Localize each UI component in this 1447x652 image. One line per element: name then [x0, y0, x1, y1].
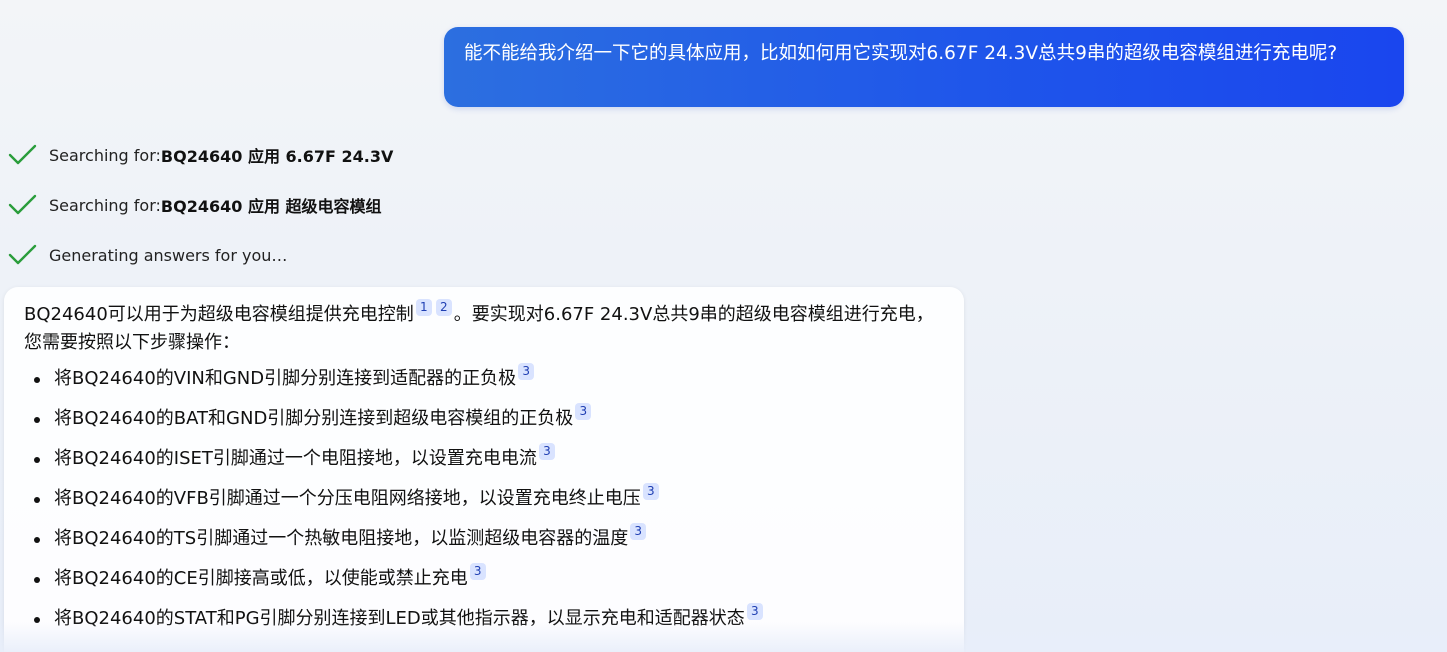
citation-badge[interactable]: 2: [435, 299, 452, 316]
status-prefix: Searching for:: [49, 195, 161, 215]
check-icon: [8, 243, 38, 267]
citation-badge[interactable]: 3: [469, 563, 486, 580]
answer-intro: BQ24640可以用于为超级电容模组提供充电控制 1 2 。要实现对6.67F 24.…: [24, 299, 944, 357]
search-query: BQ24640 应用 6.67F 24.3V: [160, 147, 394, 166]
status-prefix: Searching for:: [49, 145, 161, 165]
step-text: 将BQ24640的VIN和GND引脚分别连接到适配器的正负极: [54, 368, 517, 389]
citation-badge[interactable]: 3: [746, 603, 763, 620]
status-text: Generating answers for you…: [49, 245, 288, 265]
step-text: 将BQ24640的BAT和GND引脚分别连接到超级电容模组的正负极: [54, 408, 574, 429]
check-icon: [8, 193, 38, 217]
citation-badge[interactable]: 3: [642, 483, 659, 500]
step-text: 将BQ24640的VFB引脚通过一个分压电阻网络接地，以设置充电终止电压: [54, 488, 641, 509]
citation-badge[interactable]: 1: [415, 299, 432, 316]
step-text: 将BQ24640的CE引脚接高或低，以使能或禁止充电: [54, 568, 468, 589]
step-text: 将BQ24640的STAT和PG引脚分别连接到LED或其他指示器，以显示充电和适…: [54, 608, 745, 629]
chat-page: 能不能给我介绍一下它的具体应用，比如如何用它实现对6.67F 24.3V总共9串…: [0, 0, 1447, 652]
status-searching-1: Searching for: BQ24640 应用 6.67F 24.3V: [8, 141, 393, 169]
step-text: 将BQ24640的TS引脚通过一个热敏电阻接地，以监测超级电容器的温度: [54, 528, 629, 549]
check-icon: [8, 143, 38, 167]
answer-card: BQ24640可以用于为超级电容模组提供充电控制 1 2 。要实现对6.67F 24.…: [4, 287, 964, 652]
list-item: 将BQ24640的TS引脚通过一个热敏电阻接地，以监测超级电容器的温度 3: [24, 519, 944, 559]
list-item: 将BQ24640的ISET引脚通过一个电阻接地，以设置充电电流 3: [24, 439, 944, 479]
list-item: 将BQ24640的STAT和PG引脚分别连接到LED或其他指示器，以显示充电和适…: [24, 599, 944, 639]
step-text: 将BQ24640的ISET引脚通过一个电阻接地，以设置充电电流: [54, 448, 537, 469]
intro-text-1: BQ24640可以用于为超级电容模组提供充电控制: [24, 304, 414, 325]
list-item: 将BQ24640的CE引脚接高或低，以使能或禁止充电 3: [24, 559, 944, 599]
citation-badge[interactable]: 3: [538, 443, 555, 460]
list-item: 将BQ24640的BAT和GND引脚分别连接到超级电容模组的正负极 3: [24, 399, 944, 439]
status-generating: Generating answers for you…: [8, 241, 287, 269]
steps-list: 将BQ24640的VIN和GND引脚分别连接到适配器的正负极 3 将BQ24640…: [24, 359, 944, 639]
user-message-bubble: 能不能给我介绍一下它的具体应用，比如如何用它实现对6.67F 24.3V总共9串…: [444, 27, 1404, 107]
citation-badge[interactable]: 3: [518, 363, 535, 380]
status-searching-2: Searching for: BQ24640 应用 超级电容模组: [8, 191, 382, 219]
citation-badge[interactable]: 3: [630, 523, 647, 540]
list-item: 将BQ24640的VIN和GND引脚分别连接到适配器的正负极 3: [24, 359, 944, 399]
citation-badge[interactable]: 3: [575, 403, 592, 420]
user-message-text: 能不能给我介绍一下它的具体应用，比如如何用它实现对6.67F 24.3V总共9串…: [464, 43, 1338, 64]
list-item: 将BQ24640的VFB引脚通过一个分压电阻网络接地，以设置充电终止电压 3: [24, 479, 944, 519]
search-query: BQ24640 应用 超级电容模组: [160, 197, 382, 216]
